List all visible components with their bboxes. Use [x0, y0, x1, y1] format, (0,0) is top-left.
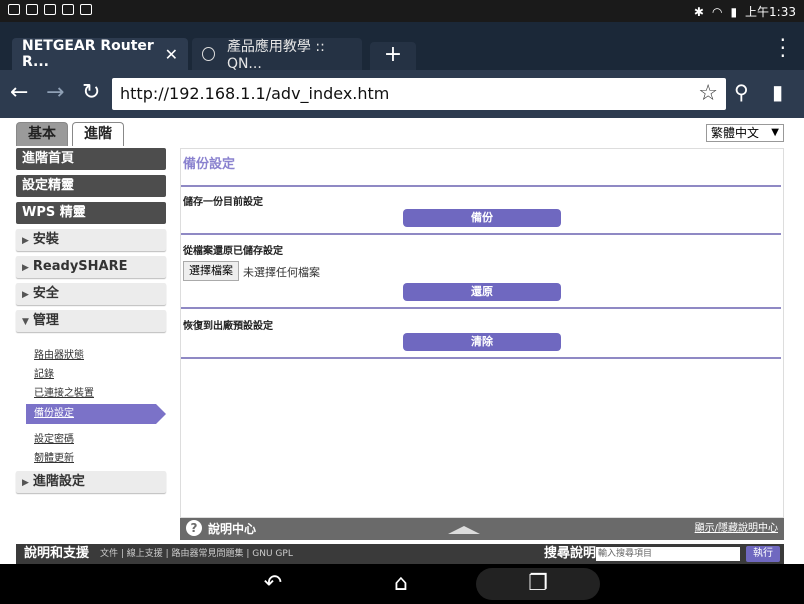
wifi-icon: ◠	[711, 4, 723, 19]
home-icon[interactable]: ⌂	[376, 568, 426, 600]
router-topbar: 基本 進階 繁體中文 ▼	[0, 118, 804, 148]
back-nav-icon[interactable]: ↶	[248, 568, 298, 600]
sub-item-attached-devices[interactable]: 已連接之裝置	[34, 384, 94, 399]
divider	[181, 233, 781, 235]
sub-item-logs[interactable]: 記錄	[34, 365, 54, 380]
globe-icon	[202, 47, 215, 61]
backup-settings-panel: 備份設定 儲存一份目前設定 備份 從檔案還原已儲存設定 選擇檔案 未選擇任何檔案…	[180, 148, 784, 518]
search-help-label: 搜尋說明	[544, 546, 597, 561]
android-nav-bar: ↶ ⌂ ❐	[0, 564, 804, 604]
search-icon[interactable]: ⚲	[734, 80, 749, 104]
triangle-right-icon: ▶	[22, 290, 29, 300]
chevron-up-icon[interactable]	[448, 526, 480, 534]
restore-label: 從檔案還原已儲存設定	[183, 246, 283, 257]
clock: 上午1:33	[745, 5, 796, 19]
sidebar: 進階首頁 設定精靈 WPS 精靈 ▶ 安裝 ▶ ReadySHARE ▶ 安全 ▼ 管理…	[16, 148, 166, 564]
tab-title: NETGEAR Router R...	[22, 38, 154, 70]
divider	[181, 185, 781, 187]
mail-icon	[8, 4, 20, 15]
forward-icon[interactable]: →	[46, 80, 64, 105]
web-page: 基本 進階 繁體中文 ▼ 進階首頁 設定精靈 WPS 精靈 ▶ 安裝 ▶ Ready…	[0, 118, 804, 564]
chevron-down-icon: ▼	[771, 127, 779, 138]
close-icon[interactable]: ✕	[165, 45, 178, 64]
sidebar-item-readyshare[interactable]: ▶ ReadySHARE	[16, 256, 166, 278]
help-toggle-link[interactable]: 顯示/隱藏說明中心	[695, 518, 778, 540]
reload-icon[interactable]: ↻	[82, 80, 100, 105]
search-input[interactable]: 輸入搜尋項目	[596, 547, 740, 561]
choose-file-button[interactable]: 選擇檔案	[183, 261, 239, 281]
clipboard-icon	[80, 4, 92, 15]
image-icon	[26, 4, 38, 15]
reset-label: 恢復到出廠預設設定	[183, 321, 273, 332]
tab-strip: NETGEAR Router R... ✕ 產品應用教學 :: QN... + …	[0, 22, 804, 72]
tab-basic[interactable]: 基本	[16, 122, 68, 146]
triangle-down-icon: ▼	[22, 317, 29, 327]
back-icon[interactable]: ←	[10, 80, 28, 105]
sub-item-set-password[interactable]: 設定密碼	[34, 430, 74, 445]
tab-qnap[interactable]: 產品應用教學 :: QN...	[192, 38, 362, 72]
erase-button[interactable]: 清除	[403, 333, 561, 351]
help-icon: ?	[186, 520, 202, 536]
triangle-right-icon: ▶	[22, 263, 29, 273]
footer-links[interactable]: 文件 | 線上支援 | 路由器常見問題集 | GNU GPL	[100, 544, 293, 564]
bluetooth-icon: ✱	[693, 4, 704, 19]
sidebar-item-setup-wizard[interactable]: 設定精靈	[16, 175, 166, 197]
sidebar-item-wps-wizard[interactable]: WPS 精靈	[16, 202, 166, 224]
notification-icons	[8, 4, 92, 15]
menu-icon[interactable]: · · ·	[780, 30, 786, 66]
status-bar: ✱ ◠ ▮ 上午1:33	[0, 0, 804, 22]
star-icon[interactable]: ☆	[698, 81, 718, 106]
backup-button[interactable]: 備份	[403, 209, 561, 227]
help-center-bar[interactable]: ? 說明中心 顯示/隱藏說明中心	[180, 518, 784, 540]
browser-toolbar: ← → ↻ http://192.168.1.1/adv_index.htm ☆…	[0, 70, 804, 118]
tab-advanced[interactable]: 進階	[72, 122, 124, 146]
help-center-label: 說明中心	[208, 522, 257, 536]
restore-button[interactable]: 還原	[403, 283, 561, 301]
divider	[181, 357, 781, 359]
sidebar-item-advanced-home[interactable]: 進階首頁	[16, 148, 166, 170]
email-icon	[62, 4, 74, 15]
triangle-right-icon: ▶	[22, 236, 29, 246]
search-go-button[interactable]: 執行	[746, 546, 780, 562]
footer-title: 說明和支援	[24, 546, 90, 561]
backup-label: 儲存一份目前設定	[183, 197, 263, 208]
url-text[interactable]: http://192.168.1.1/adv_index.htm	[120, 84, 389, 103]
page-title: 備份設定	[183, 157, 236, 172]
footer: 說明和支援 文件 | 線上支援 | 路由器常見問題集 | GNU GPL 搜尋說…	[16, 544, 784, 564]
sidebar-item-admin[interactable]: ▼ 管理	[16, 310, 166, 332]
url-bar[interactable]: http://192.168.1.1/adv_index.htm ☆	[112, 78, 726, 110]
sub-item-router-status[interactable]: 路由器狀態	[34, 346, 84, 361]
bookmark-icon[interactable]: ▮	[772, 80, 783, 104]
no-file-text: 未選擇任何檔案	[243, 266, 320, 279]
folder-icon	[44, 4, 56, 15]
battery-icon: ▮	[730, 4, 738, 19]
sub-item-firmware-update[interactable]: 韌體更新	[34, 449, 74, 464]
sidebar-item-setup[interactable]: ▶ 安裝	[16, 229, 166, 251]
recent-apps-icon[interactable]: ❐	[476, 568, 600, 600]
triangle-right-icon: ▶	[22, 478, 29, 488]
language-value: 繁體中文	[711, 126, 760, 140]
tab-netgear[interactable]: NETGEAR Router R... ✕	[12, 38, 188, 70]
sidebar-item-advanced-setup[interactable]: ▶ 進階設定	[16, 471, 166, 493]
sub-item-backup-settings[interactable]: 備份設定	[26, 404, 166, 424]
tab-title: 產品應用教學 :: QN...	[226, 39, 325, 72]
sidebar-item-security[interactable]: ▶ 安全	[16, 283, 166, 305]
new-tab-button[interactable]: +	[370, 42, 416, 70]
language-select[interactable]: 繁體中文 ▼	[706, 124, 784, 142]
divider	[181, 307, 781, 309]
